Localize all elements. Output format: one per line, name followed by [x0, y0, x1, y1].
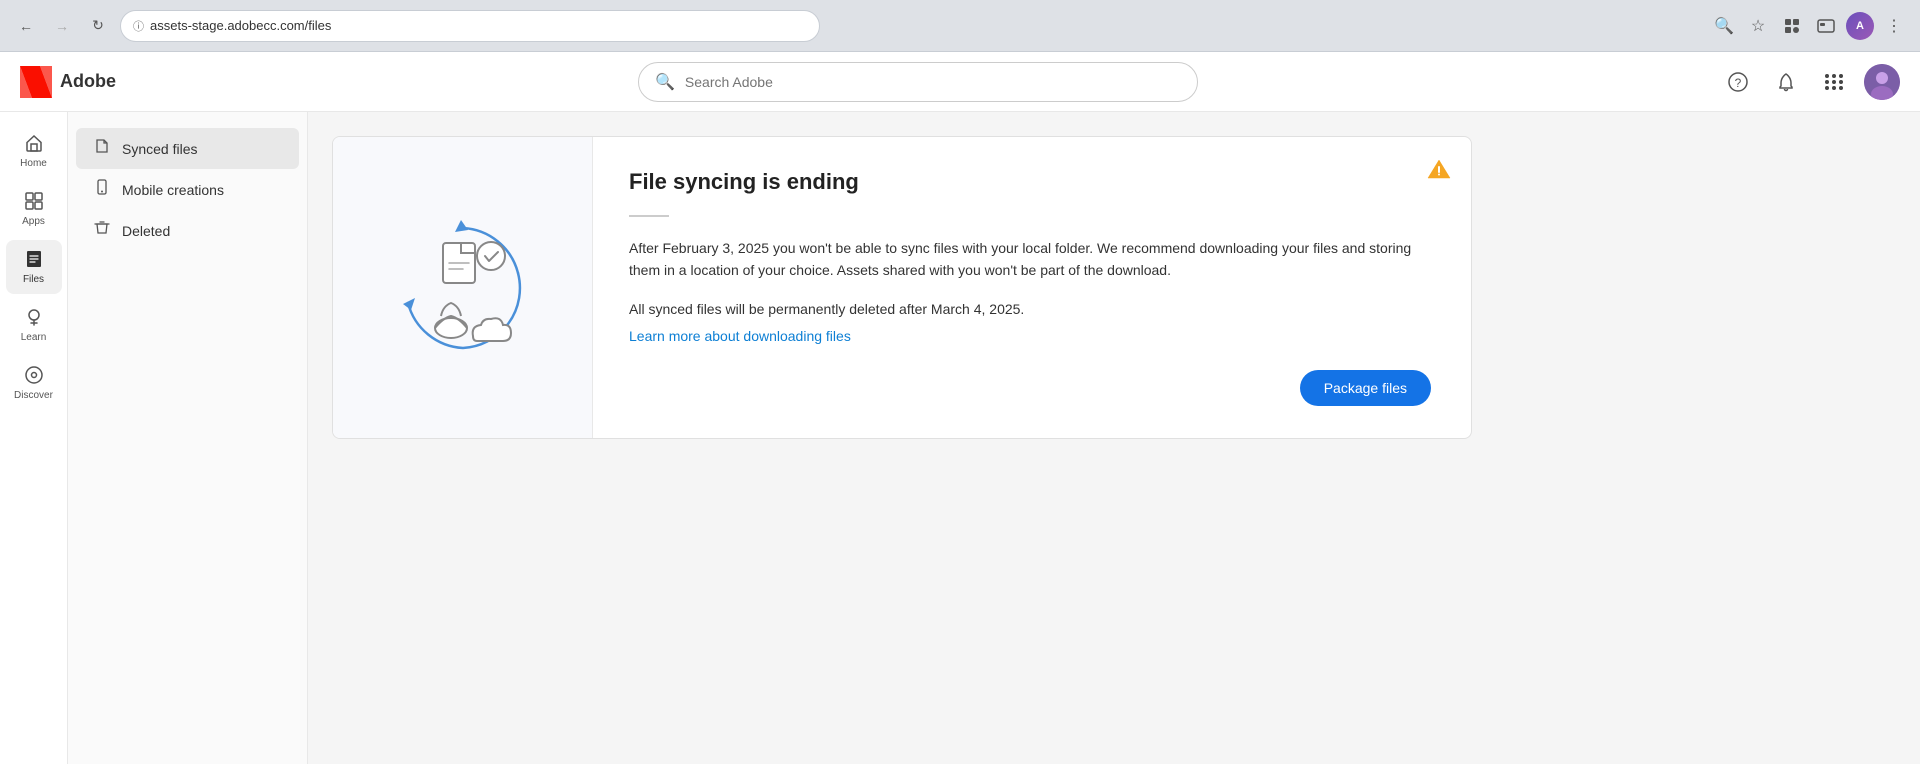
app-layout: Adobe 🔍 ? — [0, 52, 1920, 764]
nav-panel: Synced files Mobile creations — [68, 112, 308, 764]
discover-icon — [23, 364, 45, 386]
banner-illustration — [333, 137, 593, 438]
notification-button[interactable] — [1768, 64, 1804, 100]
sidebar-label-discover: Discover — [14, 390, 53, 402]
search-bar-container: 🔍 — [132, 62, 1704, 102]
sidebar-label-files: Files — [23, 274, 44, 286]
sidebar-item-learn[interactable]: Learn — [6, 298, 62, 352]
header-actions: ? — [1720, 64, 1900, 100]
browser-chrome: ← → ↻ ⓘ assets-stage.adobecc.com/files 🔍… — [0, 0, 1920, 52]
banner-secondary-text: All synced files will be permanently del… — [629, 298, 1431, 320]
extension-button[interactable] — [1778, 12, 1806, 40]
svg-text:?: ? — [1735, 76, 1742, 90]
adobe-logo[interactable]: Adobe — [20, 66, 116, 98]
back-button[interactable]: ← — [12, 12, 40, 40]
content-area: File syncing is ending After February 3,… — [308, 112, 1920, 764]
search-bar[interactable]: 🔍 — [638, 62, 1198, 102]
nav-label-deleted: Deleted — [122, 223, 170, 239]
tab-manager-button[interactable] — [1812, 12, 1840, 40]
reload-button[interactable]: ↻ — [84, 12, 112, 40]
left-sidebar: Home Apps — [0, 112, 68, 764]
security-icon: ⓘ — [133, 18, 144, 34]
url-text: assets-stage.adobecc.com/files — [150, 18, 331, 33]
banner-card: File syncing is ending After February 3,… — [332, 136, 1472, 439]
browser-profile-avatar: A — [1846, 12, 1874, 40]
learn-icon — [23, 306, 45, 328]
banner-title: File syncing is ending — [629, 169, 1431, 195]
forward-button[interactable]: → — [48, 12, 76, 40]
banner-learn-more-link[interactable]: Learn more about downloading files — [629, 328, 851, 344]
banner-body-text: After February 3, 2025 you won't be able… — [629, 237, 1431, 282]
banner-divider — [629, 215, 669, 217]
address-bar[interactable]: ⓘ assets-stage.adobecc.com/files — [120, 10, 820, 42]
banner-content: File syncing is ending After February 3,… — [593, 137, 1471, 438]
main-content: Home Apps — [0, 112, 1920, 764]
zoom-button[interactable]: 🔍 — [1710, 12, 1738, 40]
mobile-creations-icon — [92, 179, 112, 200]
profile-button[interactable]: A — [1846, 12, 1874, 40]
adobe-logo-text: Adobe — [60, 71, 116, 92]
browser-actions: 🔍 ☆ A ⋮ — [1710, 12, 1908, 40]
sidebar-label-learn: Learn — [21, 332, 47, 344]
sidebar-item-files[interactable]: Files — [6, 240, 62, 294]
bookmark-button[interactable]: ☆ — [1744, 12, 1772, 40]
help-button[interactable]: ? — [1720, 64, 1756, 100]
sidebar-item-discover[interactable]: Discover — [6, 356, 62, 410]
user-avatar[interactable] — [1864, 64, 1900, 100]
nav-label-mobile-creations: Mobile creations — [122, 182, 224, 198]
grid-icon — [1825, 74, 1844, 90]
apps-grid-button[interactable] — [1816, 64, 1852, 100]
nav-item-synced-files[interactable]: Synced files — [76, 128, 299, 169]
sidebar-item-home[interactable]: Home — [6, 124, 62, 178]
home-icon — [23, 132, 45, 154]
adobe-logo-icon — [20, 66, 52, 98]
sidebar-item-apps[interactable]: Apps — [6, 182, 62, 236]
package-files-button[interactable]: Package files — [1300, 370, 1431, 406]
apps-icon — [23, 190, 45, 212]
warning-icon — [1427, 157, 1451, 187]
sidebar-label-apps: Apps — [22, 216, 45, 228]
menu-button[interactable]: ⋮ — [1880, 12, 1908, 40]
sidebar-label-home: Home — [20, 158, 47, 170]
search-icon: 🔍 — [655, 72, 675, 92]
synced-files-icon — [92, 138, 112, 159]
search-input[interactable] — [685, 74, 1181, 90]
files-icon — [23, 248, 45, 270]
nav-item-mobile-creations[interactable]: Mobile creations — [76, 169, 299, 210]
nav-label-synced-files: Synced files — [122, 141, 197, 157]
nav-item-deleted[interactable]: Deleted — [76, 210, 299, 251]
top-header: Adobe 🔍 ? — [0, 52, 1920, 112]
deleted-icon — [92, 220, 112, 241]
banner-actions: Package files — [629, 370, 1431, 406]
